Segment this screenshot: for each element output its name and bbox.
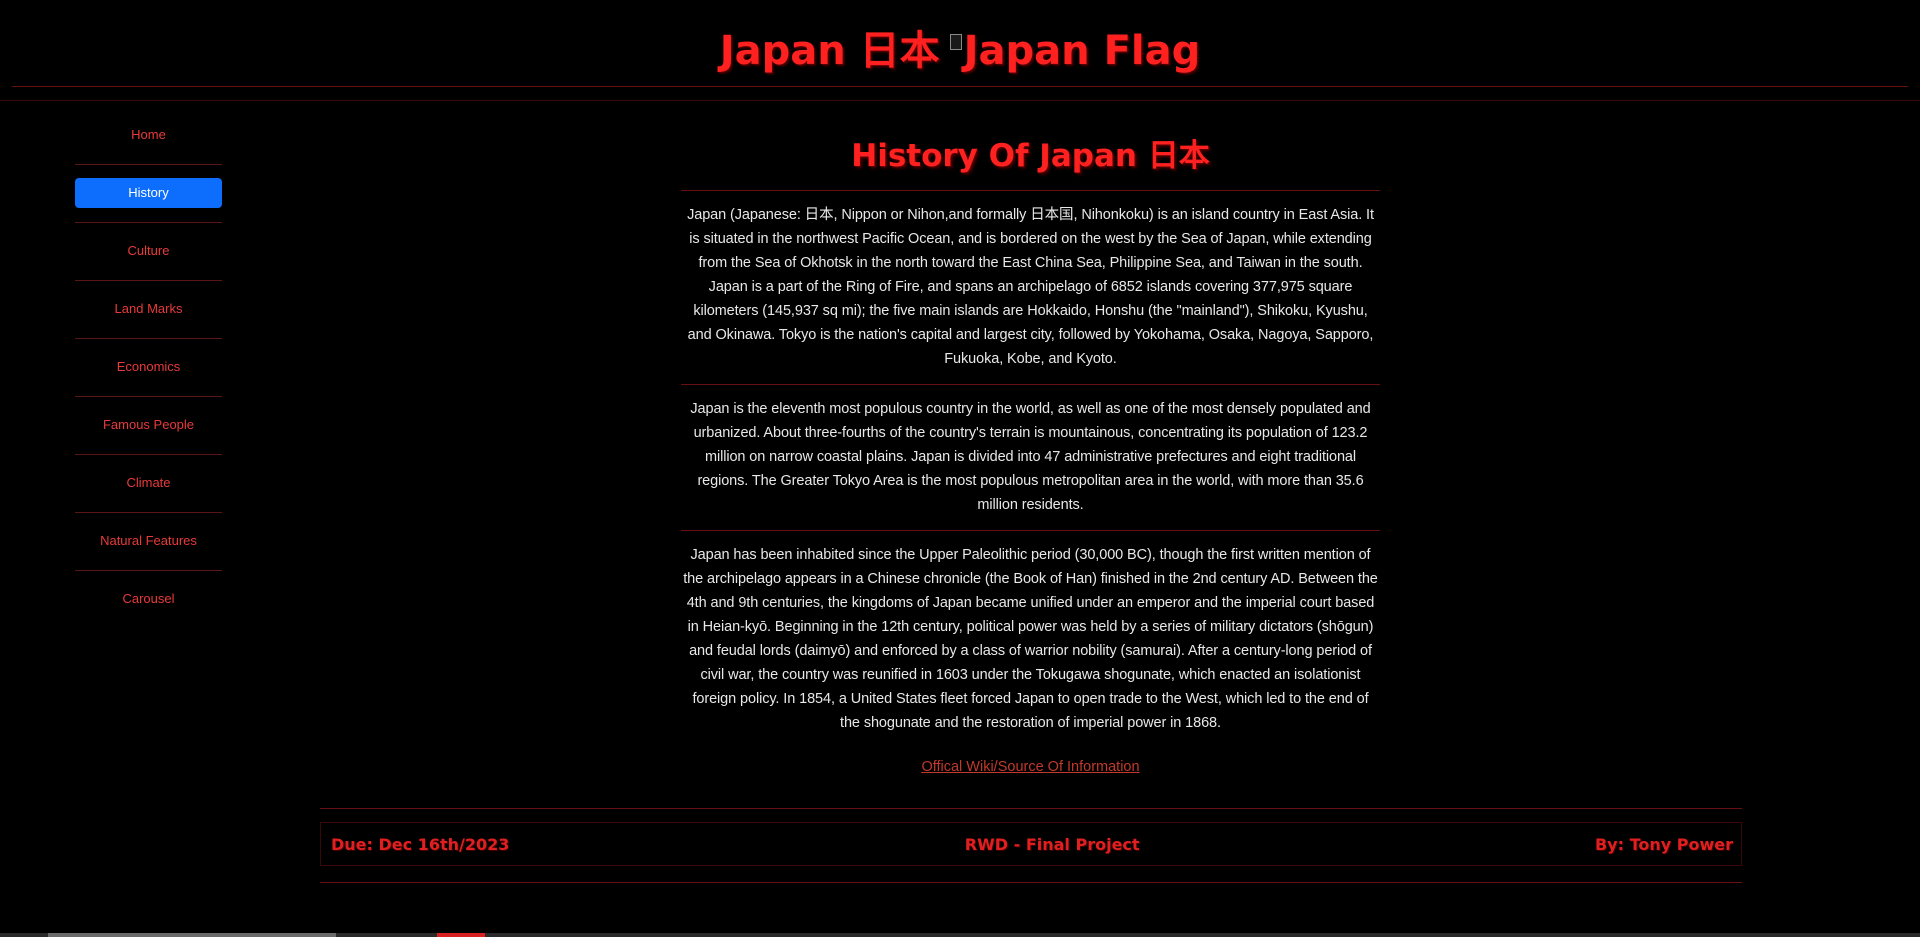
footer-project-name: RWD - Final Project [964, 834, 1140, 854]
site-title: Japan 日本 Japan Flag [0, 18, 1920, 76]
sidebar-item-culture[interactable]: Culture [75, 236, 222, 281]
header-divider-2 [0, 100, 1920, 101]
header-divider [12, 86, 1908, 87]
footer-divider-bottom [320, 882, 1742, 883]
page-footer: Due: Dec 16th/2023 RWD - Final Project B… [320, 808, 1742, 883]
japan-flag-image: Japan Flag [949, 28, 1201, 74]
sidebar-item-economics[interactable]: Economics [75, 352, 222, 397]
main-content: History Of Japan 日本 Japan (Japanese: 日本,… [681, 130, 1380, 775]
sidebar-item-carousel[interactable]: Carousel [75, 584, 222, 614]
sidebar-nav: Home History Culture Land Marks Economic… [75, 120, 222, 642]
footer-bar: Due: Dec 16th/2023 RWD - Final Project B… [320, 822, 1742, 866]
history-paragraph-2: Japan is the eleventh most populous coun… [690, 401, 1371, 513]
flag-alt-text: Japan Flag [963, 28, 1201, 74]
sidebar-item-climate[interactable]: Climate [75, 468, 222, 513]
broken-image-icon [949, 34, 962, 50]
sidebar-item-history[interactable]: History [75, 178, 222, 223]
history-paragraph-3: Japan has been inhabited since the Upper… [683, 547, 1378, 731]
sidebar-item-land-marks[interactable]: Land Marks [75, 294, 222, 339]
page-title: History Of Japan 日本 [851, 138, 1210, 174]
scrollbar-thumb[interactable] [48, 933, 336, 937]
footer-author: By: Tony Power [1594, 834, 1733, 854]
site-header: Japan 日本 Japan Flag [0, 0, 1920, 88]
footer-divider-top [320, 808, 1742, 809]
source-link[interactable]: Offical Wiki/Source Of Information [921, 759, 1139, 775]
site-title-text: Japan 日本 [719, 28, 940, 74]
sidebar-item-home[interactable]: Home [75, 120, 222, 165]
sidebar-item-famous-people[interactable]: Famous People [75, 410, 222, 455]
footer-due-date: Due: Dec 16th/2023 [331, 834, 510, 854]
history-paragraph-1: Japan (Japanese: 日本, Nippon or Nihon,and… [687, 207, 1374, 367]
horizontal-scrollbar[interactable] [0, 933, 1920, 937]
scrollbar-marker [437, 933, 485, 937]
sidebar-item-natural-features[interactable]: Natural Features [75, 526, 222, 571]
